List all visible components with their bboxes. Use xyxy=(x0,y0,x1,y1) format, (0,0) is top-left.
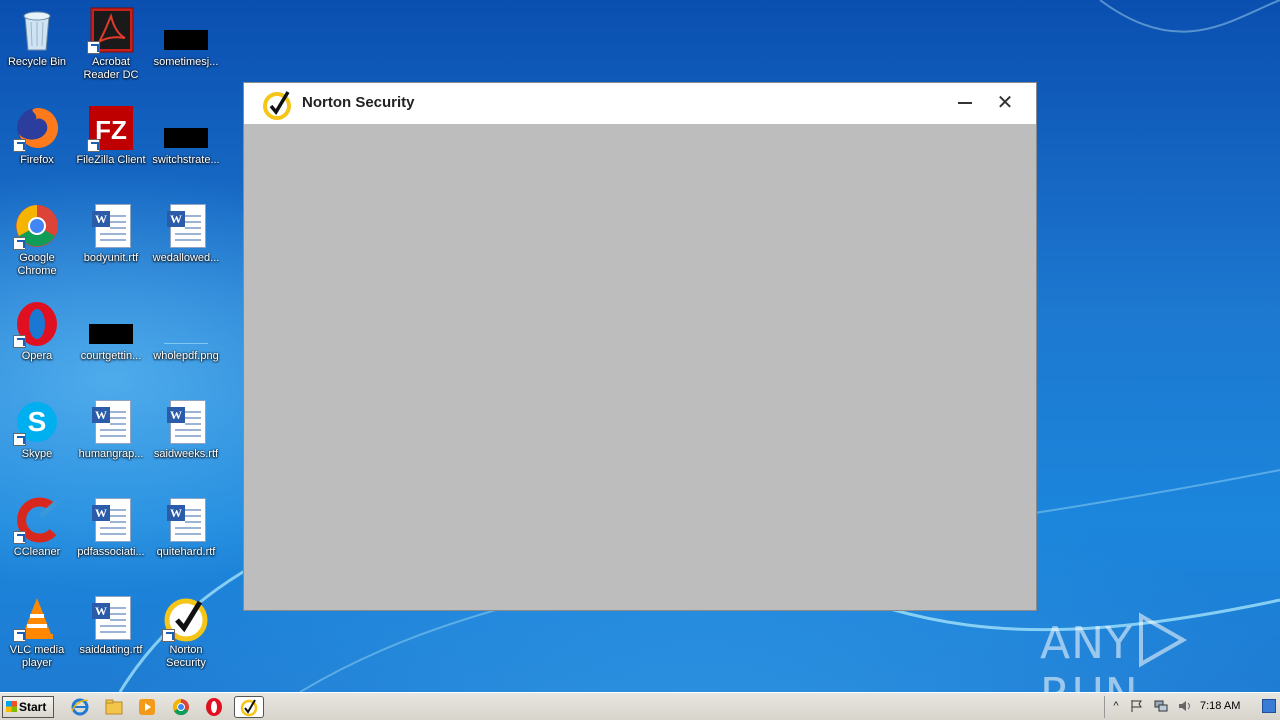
desktop-icon-chrome[interactable]: Google Chrome xyxy=(0,202,74,278)
internet-explorer-icon[interactable] xyxy=(70,697,90,717)
acrobat-icon xyxy=(87,6,135,54)
svg-text:S: S xyxy=(28,406,47,437)
desktop-icon-label: Opera xyxy=(21,350,53,362)
desktop-icon-label: Firefox xyxy=(20,154,54,166)
opera-icon xyxy=(13,300,61,348)
desktop-icon-label: switchstrate... xyxy=(152,154,220,166)
window-titlebar[interactable]: Norton Security ✕ xyxy=(244,83,1036,124)
shortcut-arrow-icon xyxy=(87,139,100,152)
window-title: Norton Security xyxy=(302,94,415,111)
shortcut-arrow-icon xyxy=(13,237,26,250)
desktop-icon-label: courtgettin... xyxy=(80,350,142,362)
desktop-icon-label: VLC media player xyxy=(9,644,65,669)
word-document-icon: W xyxy=(162,496,210,544)
desktop-icon-label: Recycle Bin xyxy=(7,56,67,68)
desktop-icon-wedallowed[interactable]: W wedallowed... xyxy=(149,202,223,265)
desktop-icon-quitehard[interactable]: W quitehard.rtf xyxy=(149,496,223,559)
desktop-icon-saidweeks[interactable]: W saidweeks.rtf xyxy=(149,398,223,461)
play-logo-icon xyxy=(1133,612,1193,669)
chrome-taskbar-icon[interactable] xyxy=(171,697,191,717)
skype-icon: S xyxy=(13,398,61,446)
desktop-icon-norton[interactable]: Norton Security xyxy=(149,594,223,670)
start-button[interactable]: Start xyxy=(2,696,54,718)
close-button[interactable]: ✕ xyxy=(991,89,1019,117)
minimize-button[interactable] xyxy=(951,89,979,117)
tray-expand-icon[interactable]: ^ xyxy=(1109,699,1123,713)
desktop-icon-label: wholepdf.png xyxy=(153,350,219,362)
file-explorer-icon[interactable] xyxy=(104,697,124,717)
desktop-icon-opera[interactable]: Opera xyxy=(0,300,74,363)
file-thumbnail-icon xyxy=(162,104,210,152)
desktop-icon-acrobat[interactable]: Acrobat Reader DC xyxy=(74,6,148,82)
desktop-icon-label: quitehard.rtf xyxy=(156,546,216,558)
word-document-icon: W xyxy=(87,594,135,642)
desktop-icon-humangrap[interactable]: W humangrap... xyxy=(74,398,148,461)
desktop-icon-ccleaner[interactable]: CCleaner xyxy=(0,496,74,559)
word-document-icon: W xyxy=(87,496,135,544)
norton-security-window[interactable]: Norton Security ✕ xyxy=(243,82,1037,611)
desktop-icon-label: saiddating.rtf xyxy=(79,644,143,656)
desktop-icon-bodyunit[interactable]: W bodyunit.rtf xyxy=(74,202,148,265)
desktop-icon-switchstrate[interactable]: switchstrate... xyxy=(149,104,223,167)
word-document-icon: W xyxy=(162,202,210,250)
shortcut-arrow-icon xyxy=(13,629,26,642)
norton-icon xyxy=(162,594,210,642)
recycle-bin-icon xyxy=(13,6,61,54)
desktop-icon-skype[interactable]: S Skype xyxy=(0,398,74,461)
shortcut-arrow-icon xyxy=(13,139,26,152)
desktop-icon-label: Google Chrome xyxy=(17,252,57,277)
norton-logo-icon xyxy=(262,88,294,120)
shortcut-arrow-icon xyxy=(13,335,26,348)
shortcut-arrow-icon xyxy=(162,629,175,642)
volume-icon[interactable] xyxy=(1178,699,1192,713)
network-icon[interactable] xyxy=(1154,699,1168,713)
file-thumbnail-icon xyxy=(87,300,135,348)
shortcut-arrow-icon xyxy=(87,41,100,54)
desktop-icon-label: CCleaner xyxy=(13,546,61,558)
desktop-icon-wholepdf[interactable]: wholepdf.png xyxy=(149,300,223,363)
show-desktop-button[interactable] xyxy=(1262,699,1276,713)
desktop-icon-label: Skype xyxy=(21,448,53,460)
opera-taskbar-icon[interactable] xyxy=(204,697,224,717)
desktop-icon-label: wedallowed... xyxy=(152,252,220,264)
firefox-icon xyxy=(13,104,61,152)
watermark-text-right: RUN xyxy=(1040,669,1139,692)
vlc-icon xyxy=(13,594,61,642)
desktop-icon-label: bodyunit.rtf xyxy=(83,252,139,264)
word-document-icon: W xyxy=(162,398,210,446)
taskbar-clock[interactable]: 7:18 AM xyxy=(1200,700,1240,712)
desktop-icon-label: saidweeks.rtf xyxy=(153,448,219,460)
desktop-icon-label: Norton Security xyxy=(166,644,206,669)
file-thumbnail-icon xyxy=(162,6,210,54)
shortcut-arrow-icon xyxy=(13,433,26,446)
watermark-text-left: ANY xyxy=(1040,618,1133,669)
shortcut-arrow-icon xyxy=(13,531,26,544)
word-document-icon: W xyxy=(87,202,135,250)
tray-separator xyxy=(1104,696,1105,718)
image-file-icon xyxy=(162,300,210,348)
desktop-icon-label: FileZilla Client xyxy=(76,154,146,166)
anyrun-watermark: ANYRUN xyxy=(1040,612,1280,692)
ccleaner-icon xyxy=(13,496,61,544)
desktop-icon-label: sometimesj... xyxy=(153,56,219,68)
desktop-icon-saiddating[interactable]: W saiddating.rtf xyxy=(74,594,148,657)
norton-taskbar-button[interactable] xyxy=(234,696,264,718)
desktop-icon-label: Acrobat Reader DC xyxy=(83,56,139,81)
chrome-icon xyxy=(13,202,61,250)
desktop-icon-vlc[interactable]: VLC media player xyxy=(0,594,74,670)
desktop-icon-pdfassociati[interactable]: W pdfassociati... xyxy=(74,496,148,559)
desktop-icon-recycle-bin[interactable]: Recycle Bin xyxy=(0,6,74,69)
desktop-icon-label: pdfassociati... xyxy=(77,546,145,558)
taskbar: Start ^ 7:18 AM xyxy=(0,692,1280,720)
desktop-icon-filezilla[interactable]: FZ FileZilla Client xyxy=(74,104,148,167)
desktop-icon-courtgettin[interactable]: courtgettin... xyxy=(74,300,148,363)
filezilla-icon: FZ xyxy=(87,104,135,152)
word-document-icon: W xyxy=(87,398,135,446)
action-center-flag-icon[interactable] xyxy=(1130,699,1144,713)
desktop-icon-firefox[interactable]: Firefox xyxy=(0,104,74,167)
window-content-area xyxy=(244,124,1036,610)
media-player-icon[interactable] xyxy=(137,697,157,717)
desktop-icon-label: humangrap... xyxy=(78,448,144,460)
desktop-icon-sometimesj[interactable]: sometimesj... xyxy=(149,6,223,69)
